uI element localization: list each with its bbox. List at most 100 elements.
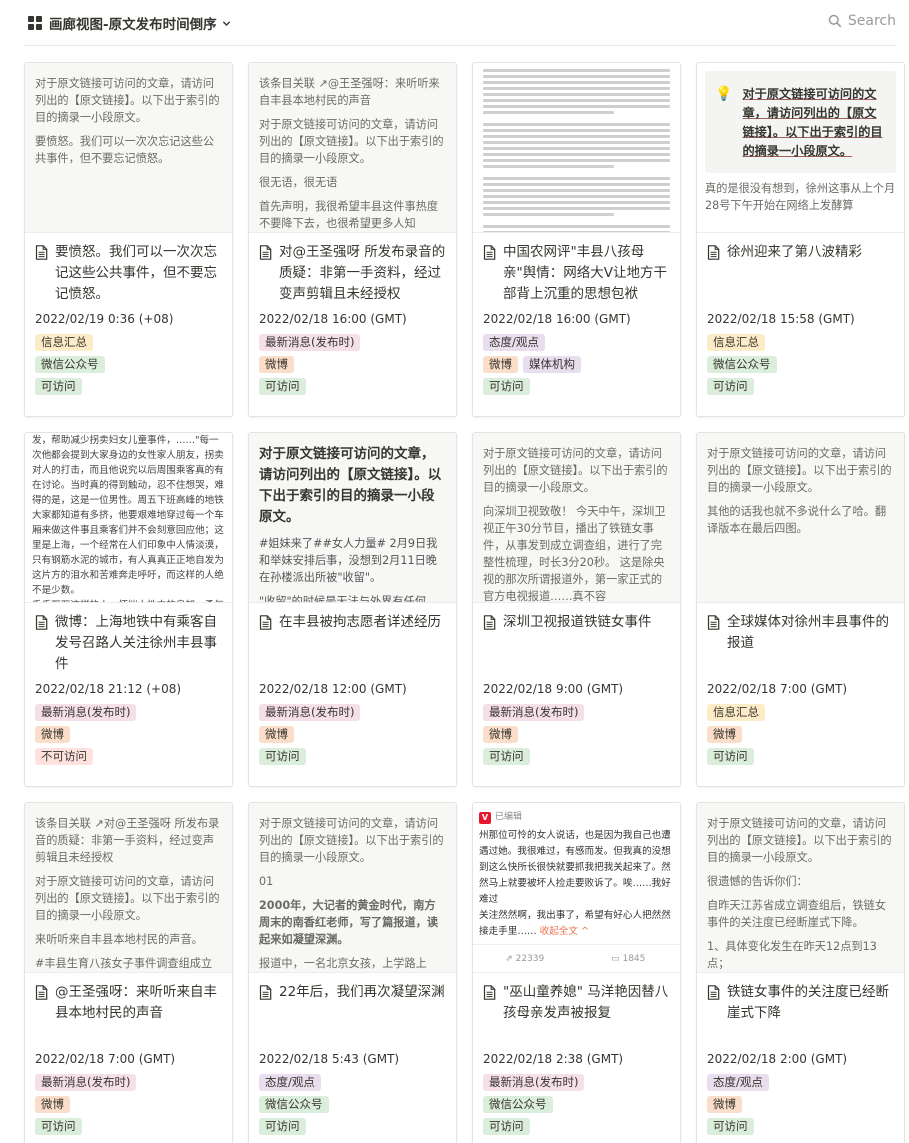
card-title[interactable]: 要愤怒。我们可以一次次忘记这些公共事件，但不要忘记愤怒。 bbox=[35, 242, 222, 306]
document-line bbox=[483, 147, 670, 150]
card-cover: 该条目关联 ↗对@王圣强呀 所发布录音的质疑：非第一手资料，经过变声剪辑且未经授… bbox=[25, 803, 232, 973]
view-selector[interactable]: 画廊视图-原文发布时间倒序 bbox=[28, 14, 231, 33]
tag-badge: 微信公众号 bbox=[259, 1096, 329, 1113]
callout-block: 💡 对于原文链接可访问的文章，请访问列出的【原文链接】。以下出于索引的目的摘录一小… bbox=[705, 71, 896, 173]
card-title[interactable]: 全球媒体对徐州丰县事件的报道 bbox=[707, 612, 894, 676]
cover-paragraph: "收留"的时候是无法与外界有任何 bbox=[259, 595, 426, 603]
gallery-card[interactable]: 对于原文链接可访问的文章，请访问列出的【原文链接】。以下出于索引的目的摘录一小段… bbox=[248, 802, 457, 1143]
gallery-card[interactable]: 中国农网评"丰县八孩母亲"舆情：网络大V让地方干部背上沉重的思想包袱 2022/0… bbox=[472, 62, 681, 417]
cover-paragraph: 来听听来自丰县本地村民的声音。 bbox=[35, 933, 203, 946]
tag-badge: 可访问 bbox=[707, 748, 754, 765]
publish-date: 2022/02/18 7:00 (GMT) bbox=[35, 1052, 176, 1066]
tag-badge: 态度/观点 bbox=[259, 1074, 321, 1091]
cover-paragraph: 1、具体变化发生在昨天12点到13点； bbox=[707, 940, 877, 970]
cover-paragraph: 对于原文链接可访问的文章，请访问列出的【原文链接】。以下出于索引的目的摘录一小段… bbox=[259, 817, 444, 864]
gallery-card[interactable]: 💡 对于原文链接可访问的文章，请访问列出的【原文链接】。以下出于索引的目的摘录一小… bbox=[696, 62, 905, 417]
publish-date: 2022/02/19 0:36 (+08) bbox=[35, 312, 174, 326]
document-line bbox=[483, 99, 670, 102]
cover-paragraph: 其他的话我也就不多说什么了哈。翻译版本在最后四图。 bbox=[707, 505, 887, 535]
card-title[interactable]: 中国农网评"丰县八孩母亲"舆情：网络大V让地方干部背上沉重的思想包袱 bbox=[483, 242, 670, 306]
card-title[interactable]: 徐州迎来了第八波精彩 bbox=[707, 242, 894, 306]
card-title[interactable]: @王圣强呀：来听听来自丰县本地村民的声音 bbox=[35, 982, 222, 1046]
card-title-text: 中国农网评"丰县八孩母亲"舆情：网络大V让地方干部背上沉重的思想包袱 bbox=[503, 244, 667, 302]
gallery-card[interactable]: 对于原文链接可访问的文章，请访问列出的【原文链接】。以下出于索引的目的摘录一小段… bbox=[24, 62, 233, 417]
tag-row: 微博 bbox=[259, 356, 446, 373]
document-line bbox=[483, 159, 670, 162]
tag-badge: 态度/观点 bbox=[707, 1074, 769, 1091]
cover-paragraph: #姐妹来了##女人力量# 2月9日我和举妹安排后事，没想到2月11日晚在孙楼派出… bbox=[259, 537, 438, 584]
tag-badge: 可访问 bbox=[259, 378, 306, 395]
tag-row: 微博 bbox=[707, 1096, 894, 1113]
card-title-text: 22年后，我们再次凝望深渊 bbox=[279, 984, 445, 1000]
tag-badge: 可访问 bbox=[483, 1118, 530, 1135]
tag-badge: 最新消息(发布时) bbox=[483, 1074, 585, 1091]
tag-badge: 最新消息(发布时) bbox=[259, 704, 361, 721]
tag-badge: 可访问 bbox=[483, 378, 530, 395]
view-header: 画廊视图-原文发布时间倒序 Search bbox=[24, 0, 896, 46]
cover-paragraph: 对于原文链接可访问的文章，请访问列出的【原文链接】。以下出于索引的目的摘录一小段… bbox=[35, 77, 220, 124]
card-cover: 💡 对于原文链接可访问的文章，请访问列出的【原文链接】。以下出于索引的目的摘录一小… bbox=[697, 63, 904, 233]
tag-badge: 可访问 bbox=[35, 1118, 82, 1135]
card-title[interactable]: 对@王圣强呀 所发布录音的质疑：非第一手资料，经过变声剪辑且未经授权 bbox=[259, 242, 446, 306]
card-cover bbox=[473, 63, 680, 233]
collapse-link[interactable]: 收起全文 ^ bbox=[537, 926, 589, 937]
page-icon bbox=[35, 245, 48, 260]
gallery-card[interactable]: 对于原文链接可访问的文章，请访问列出的【原文链接】。以下出于索引的目的摘录一小段… bbox=[472, 432, 681, 787]
tag-row: 信息汇总 bbox=[707, 704, 894, 721]
document-line bbox=[483, 165, 614, 168]
card-title[interactable]: 在丰县被拘志愿者详述经历 bbox=[259, 612, 446, 676]
document-line bbox=[483, 201, 670, 204]
tag-badge: 可访问 bbox=[707, 1118, 754, 1135]
publish-date: 2022/02/18 7:00 (GMT) bbox=[707, 682, 848, 696]
card-body: "巫山童养媳" 马洋艳因替八孩母亲发声被报复 2022/02/18 2:38 (G… bbox=[473, 973, 680, 1135]
gallery-card[interactable]: 对于原文链接可访问的文章，请访问列出的【原文链接】。以下出于索引的目的摘录一小段… bbox=[696, 802, 905, 1143]
tag-badge: 可访问 bbox=[259, 1118, 306, 1135]
card-title[interactable]: "巫山童养媳" 马洋艳因替八孩母亲发声被报复 bbox=[483, 982, 670, 1046]
document-line bbox=[483, 153, 670, 156]
page-icon bbox=[259, 245, 272, 260]
document-line bbox=[483, 93, 670, 96]
tag-row: 可访问 bbox=[483, 748, 670, 765]
tag-row: 最新消息(发布时) bbox=[483, 1074, 670, 1091]
card-title[interactable]: 22年后，我们再次凝望深渊 bbox=[259, 982, 446, 1046]
document-line bbox=[483, 183, 670, 186]
comment-count: ▭ 1845 bbox=[611, 954, 646, 964]
tag-row: 可访问 bbox=[35, 378, 222, 395]
card-cover: 发，帮助减少拐卖妇女儿童事件，……"每一次他都会提到大家身边的女性家人朋友，拐卖… bbox=[25, 433, 232, 603]
gallery-card[interactable]: 对于原文链接可访问的文章，请访问列出的【原文链接】。以下出于索引的目的摘录一小段… bbox=[696, 432, 905, 787]
tag-badge: 微信公众号 bbox=[35, 356, 105, 373]
gallery-card[interactable]: 该条目关联 ↗对@王圣强呀 所发布录音的质疑：非第一手资料，经过变声剪辑且未经授… bbox=[24, 802, 233, 1143]
tag-row: 可访问 bbox=[707, 1118, 894, 1135]
tag-badge: 微博 bbox=[259, 726, 294, 743]
tag-row: 微信公众号 bbox=[259, 1096, 446, 1113]
card-title[interactable]: 微博：上海地铁中有乘客自发号召路人关注徐州丰县事件 bbox=[35, 612, 222, 676]
gallery-card[interactable]: 对于原文链接可访问的文章，请访问列出的【原文链接】。以下出于索引的目的摘录一小段… bbox=[248, 432, 457, 787]
card-body: 徐州迎来了第八波精彩 2022/02/18 15:58 (GMT) 信息汇总 微信公众… bbox=[697, 233, 904, 395]
card-title[interactable]: 深圳卫视报道铁链女事件 bbox=[483, 612, 670, 676]
page-icon bbox=[707, 985, 720, 1000]
tag-row: 信息汇总 bbox=[35, 334, 222, 351]
gallery-card[interactable]: 发，帮助减少拐卖妇女儿童事件，……"每一次他都会提到大家身边的女性家人朋友，拐卖… bbox=[24, 432, 233, 787]
gallery-card[interactable]: 该条目关联 ↗@王圣强呀：来听听来自丰县本地村民的声音 对于原文链接可访问的文章，… bbox=[248, 62, 457, 417]
document-line bbox=[483, 225, 670, 228]
gallery-card[interactable]: V 已编辑 州那位可怜的女人说话，也是因为我自己也遭遇过她。我很难过，有感而发。但我… bbox=[472, 802, 681, 1143]
document-line bbox=[483, 123, 670, 126]
page-icon bbox=[483, 615, 496, 630]
card-title-text: 对@王圣强呀 所发布录音的质疑：非第一手资料，经过变声剪辑且未经授权 bbox=[279, 244, 446, 302]
page-icon bbox=[483, 245, 496, 260]
card-title-text: 微博：上海地铁中有乘客自发号召路人关注徐州丰县事件 bbox=[55, 614, 217, 672]
card-title-text: @王圣强呀：来听听来自丰县本地村民的声音 bbox=[55, 984, 217, 1021]
card-title[interactable]: 铁链女事件的关注度已经断崖式下降 bbox=[707, 982, 894, 1046]
cover-paragraph: 对于原文链接可访问的文章，请访问列出的【原文链接】。以下出于索引的目的摘录一小段… bbox=[259, 446, 442, 525]
document-line bbox=[483, 111, 614, 114]
card-body: 全球媒体对徐州丰县事件的报道 2022/02/18 7:00 (GMT) 信息汇总微… bbox=[697, 603, 904, 765]
cover-paragraph: 向深圳卫视致敬！ 今天中午，深圳卫视正午30分节目，播出了铁链女事件，从事发到成… bbox=[483, 505, 666, 603]
card-title-text: 要愤怒。我们可以一次次忘记这些公共事件，但不要忘记愤怒。 bbox=[55, 244, 217, 302]
search-button[interactable]: Search bbox=[828, 13, 896, 29]
tag-badge: 微博 bbox=[483, 356, 518, 373]
cover-paragraph: 01 bbox=[259, 875, 274, 888]
card-cover: V 已编辑 州那位可怜的女人说话，也是因为我自己也遭遇过她。我很难过，有感而发。但我… bbox=[473, 803, 680, 973]
tag-row: 不可访问 bbox=[35, 748, 222, 765]
tag-row: 微博 媒体机构 bbox=[483, 356, 670, 373]
cover-paragraph: 对于原文链接可访问的文章，请访问列出的【原文链接】。以下出于索引的目的摘录一小段… bbox=[483, 447, 668, 494]
